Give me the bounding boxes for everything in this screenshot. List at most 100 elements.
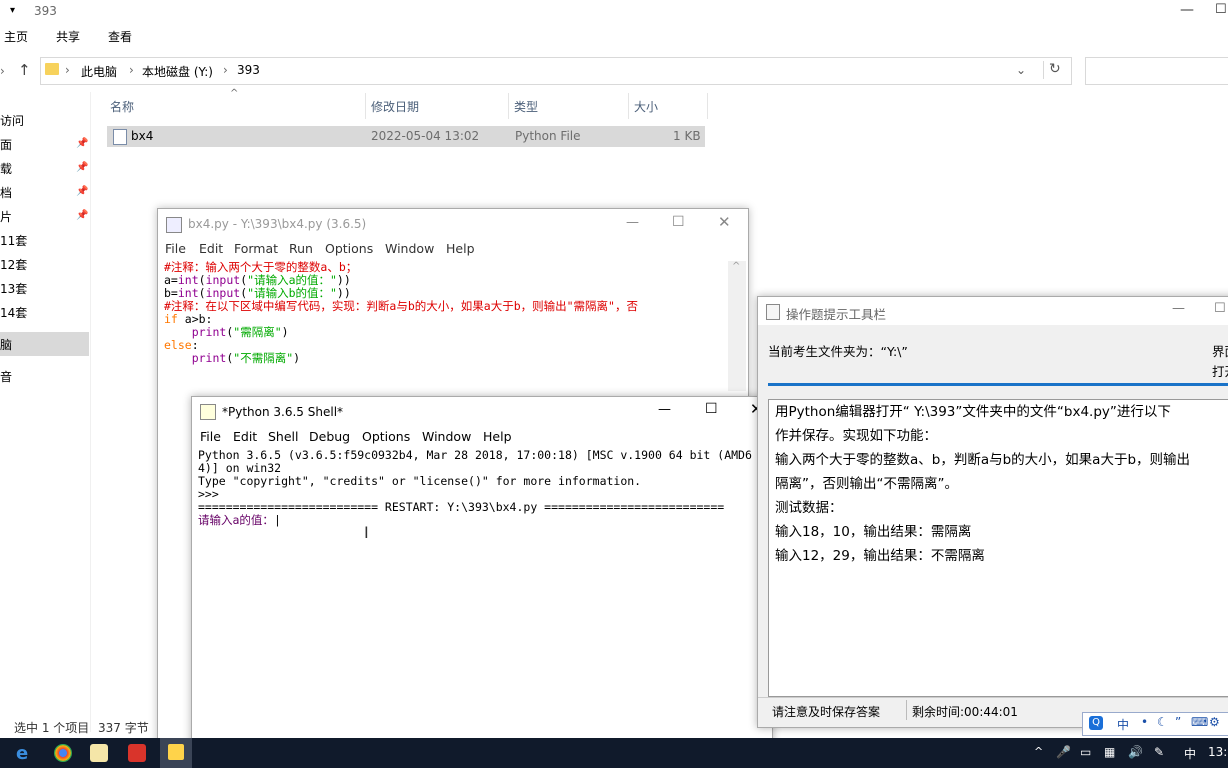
column-separator[interactable] <box>628 93 629 119</box>
editor-menu-help[interactable]: Help <box>446 241 475 256</box>
edge-icon[interactable]: e <box>16 743 38 765</box>
column-separator[interactable] <box>707 93 708 119</box>
maximize-icon[interactable]: ☐ <box>672 214 685 230</box>
shell-menu-help[interactable]: Help <box>483 429 512 444</box>
ime-keyboard-icon[interactable]: ⌨ <box>1191 715 1208 729</box>
editor-menu-format[interactable]: Format <box>234 241 278 256</box>
minimize-icon[interactable]: — <box>1172 301 1185 316</box>
idle-taskbar-button[interactable] <box>160 738 192 768</box>
address-bar[interactable]: › 此电脑 › 本地磁盘 (Y:) › 393 ⌄ ↻ <box>40 57 1072 85</box>
nav-downloads[interactable]: 载 <box>0 160 12 177</box>
pane-divider <box>90 92 91 732</box>
ime-quote-icon[interactable]: ” <box>1175 715 1181 729</box>
editor-menu-file[interactable]: File <box>165 241 186 256</box>
minimize-icon[interactable]: — <box>1180 2 1194 18</box>
interface-label[interactable]: 界面 <box>1212 341 1228 360</box>
save-reminder: 请注意及时保存答案 <box>772 705 881 719</box>
editor-menu-options[interactable]: Options <box>325 241 373 256</box>
file-row[interactable]: bx4 2022-05-04 13:02 Python File 1 KB <box>107 126 705 147</box>
minimize-icon[interactable]: — <box>626 215 639 230</box>
editor-scrollbar[interactable]: ^ <box>728 261 746 391</box>
nav-folder-13[interactable]: 13套 <box>0 280 27 297</box>
column-header-size[interactable]: 大小 <box>634 98 658 115</box>
nav-folder-11[interactable]: 11套 <box>0 232 27 249</box>
open-label[interactable]: 打开 <box>1212 361 1228 380</box>
app-red-icon[interactable] <box>128 744 146 762</box>
editor-menu-window[interactable]: Window <box>385 241 434 256</box>
shell-menu-file[interactable]: File <box>200 429 221 444</box>
network-icon[interactable]: ▦ <box>1104 745 1115 759</box>
clock[interactable]: 13:0 <box>1208 745 1228 759</box>
up-arrow-icon[interactable]: ↑ <box>18 61 31 79</box>
explorer-title-bar: ▾ 393 — ☐ <box>0 0 1228 24</box>
shell-menu-edit[interactable]: Edit <box>233 429 257 444</box>
ribbon-tab-home[interactable]: 主页 <box>4 28 28 45</box>
minimize-icon[interactable]: — <box>658 402 671 417</box>
maximize-icon[interactable]: ☐ <box>705 401 718 417</box>
column-separator[interactable] <box>365 93 366 119</box>
nav-pictures[interactable]: 片 <box>0 208 12 225</box>
ribbon-tab-view[interactable]: 查看 <box>108 28 132 45</box>
breadcrumb-separator-icon: › <box>129 63 134 77</box>
status-selected: 选中 1 个项目 <box>14 721 90 735</box>
nav-desktop[interactable]: 面 <box>0 136 12 153</box>
task-description-box: 用Python编辑器打开“ Y:\393”文件夹中的文件“bx4.py”进行以下… <box>768 399 1228 697</box>
pin-icon: 📌 <box>76 138 89 149</box>
maximize-icon[interactable]: ☐ <box>1215 2 1227 17</box>
search-input[interactable] <box>1085 57 1228 85</box>
ime-mode[interactable]: 中 <box>1117 716 1129 733</box>
shell-menu-shell[interactable]: Shell <box>268 429 299 444</box>
code-line-7: else: <box>164 338 199 352</box>
nav-this-pc[interactable]: 脑 <box>0 336 12 353</box>
pin-icon: 📌 <box>76 186 89 197</box>
shell-menu-options[interactable]: Options <box>362 429 410 444</box>
quick-access-dropdown-icon[interactable]: ▾ <box>10 5 15 16</box>
tool-title: 操作题提示工具栏 <box>786 307 887 322</box>
close-icon[interactable]: ✕ <box>718 213 731 231</box>
ribbon-tab-share[interactable]: 共享 <box>56 28 80 45</box>
editor-title-bar[interactable]: bx4.py - Y:\393\bx4.py (3.6.5) — ☐ ✕ <box>158 209 748 239</box>
breadcrumb-local-disk[interactable]: 本地磁盘 (Y:) <box>142 63 213 80</box>
nav-folder-12[interactable]: 12套 <box>0 256 27 273</box>
ime-moon-icon[interactable]: ☾ <box>1157 715 1168 729</box>
task-line: 隔离”，否则输出“不需隔离”。 <box>775 476 958 492</box>
chrome-icon[interactable] <box>54 744 72 762</box>
editor-menu-edit[interactable]: Edit <box>199 241 223 256</box>
column-header-date[interactable]: 修改日期 <box>371 98 419 115</box>
column-separator[interactable] <box>508 93 509 119</box>
refresh-icon[interactable]: ↻ <box>1049 61 1061 77</box>
shell-menu-window[interactable]: Window <box>422 429 471 444</box>
ime-toolbar[interactable]: Q 中 • ☾ ” ⌨ ⚙ <box>1082 712 1228 736</box>
editor-code-area[interactable]: #注释：输入两个大于零的整数a、b； a=int(input("请输入a的值："… <box>164 261 638 365</box>
breadcrumb-folder[interactable]: 393 <box>237 63 260 77</box>
tool-title-bar[interactable]: 操作题提示工具栏 — ☐ <box>758 297 1228 325</box>
breadcrumb-this-pc[interactable]: 此电脑 <box>81 63 117 80</box>
text-cursor: | <box>273 513 281 527</box>
pen-icon[interactable]: ✎ <box>1154 745 1164 759</box>
back-chevron-icon[interactable]: › <box>0 64 5 78</box>
nav-selected-highlight <box>0 332 89 356</box>
battery-icon[interactable]: ▭ <box>1080 745 1091 759</box>
microphone-icon[interactable]: 🎤 <box>1056 745 1071 759</box>
explorer-icon[interactable] <box>90 744 108 762</box>
column-header-name[interactable]: 名称 <box>110 98 134 115</box>
ime-tools-icon[interactable]: ⚙ <box>1209 715 1220 729</box>
scroll-up-icon[interactable]: ^ <box>732 261 740 272</box>
maximize-icon[interactable]: ☐ <box>1214 301 1226 316</box>
folder-icon <box>45 63 59 75</box>
tray-chevron-icon[interactable]: ^ <box>1034 745 1043 758</box>
shell-line-platform: 4)] on win32 <box>198 461 282 475</box>
volume-icon[interactable]: 🔊 <box>1128 745 1143 759</box>
nav-documents[interactable]: 档 <box>0 184 12 201</box>
nav-folder-14[interactable]: 14套 <box>0 304 27 321</box>
input-language[interactable]: 中 <box>1184 745 1196 762</box>
nav-music[interactable]: 音 <box>0 368 12 385</box>
shell-menu-debug[interactable]: Debug <box>309 429 350 444</box>
nav-quick-access[interactable]: 访问 <box>0 112 24 129</box>
editor-menu-run[interactable]: Run <box>289 241 313 256</box>
ime-punctuation-icon[interactable]: • <box>1141 715 1148 729</box>
shell-output-area[interactable]: Python 3.6.5 (v3.6.5:f59c0932b4, Mar 28 … <box>198 449 752 527</box>
column-header-type[interactable]: 类型 <box>514 98 538 115</box>
shell-title-bar[interactable]: *Python 3.6.5 Shell* — ☐ ✕ <box>192 397 772 427</box>
chevron-down-icon[interactable]: ⌄ <box>1016 63 1026 77</box>
